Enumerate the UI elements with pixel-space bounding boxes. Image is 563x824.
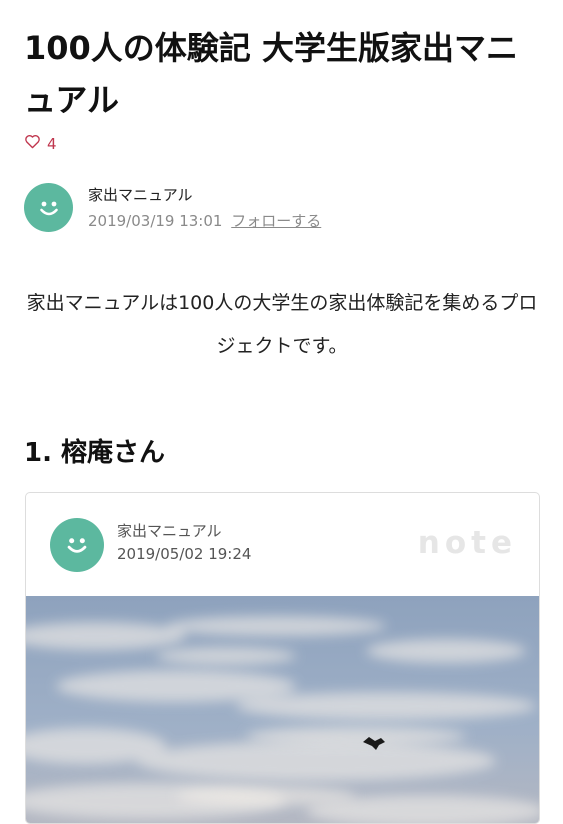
smiley-face-icon (67, 538, 87, 553)
publish-date: 2019/03/19 13:01 (88, 211, 223, 230)
section-heading: 1. 榕庵さん (24, 438, 166, 468)
sky-photo (26, 596, 539, 823)
author-block: 家出マニュアル 2019/03/19 13:01 フォローする (24, 183, 321, 232)
embed-header: 家出マニュアル 2019/05/02 19:24 note (26, 493, 539, 596)
article-title: 100人の体験記 大学生版家出マニュアル (24, 29, 518, 119)
author-avatar[interactable] (24, 183, 73, 232)
intro-text: 家出マニュアルは100人の大学生の家出体験記を集めるプロジェクトです。 (26, 292, 538, 357)
like-count: 4 (47, 134, 57, 153)
note-embed-card[interactable]: 家出マニュアル 2019/05/02 19:24 note (25, 492, 540, 824)
note-logo: note (417, 525, 517, 561)
embed-date: 2019/05/02 19:24 (117, 545, 252, 563)
embed-avatar (50, 518, 104, 572)
author-name[interactable]: 家出マニュアル (88, 184, 321, 206)
like-button[interactable]: 4 (24, 134, 57, 153)
smiley-face-icon (39, 201, 58, 215)
embed-author-name: 家出マニュアル (117, 522, 222, 540)
follow-link[interactable]: フォローする (231, 212, 321, 230)
heart-icon (24, 134, 41, 153)
